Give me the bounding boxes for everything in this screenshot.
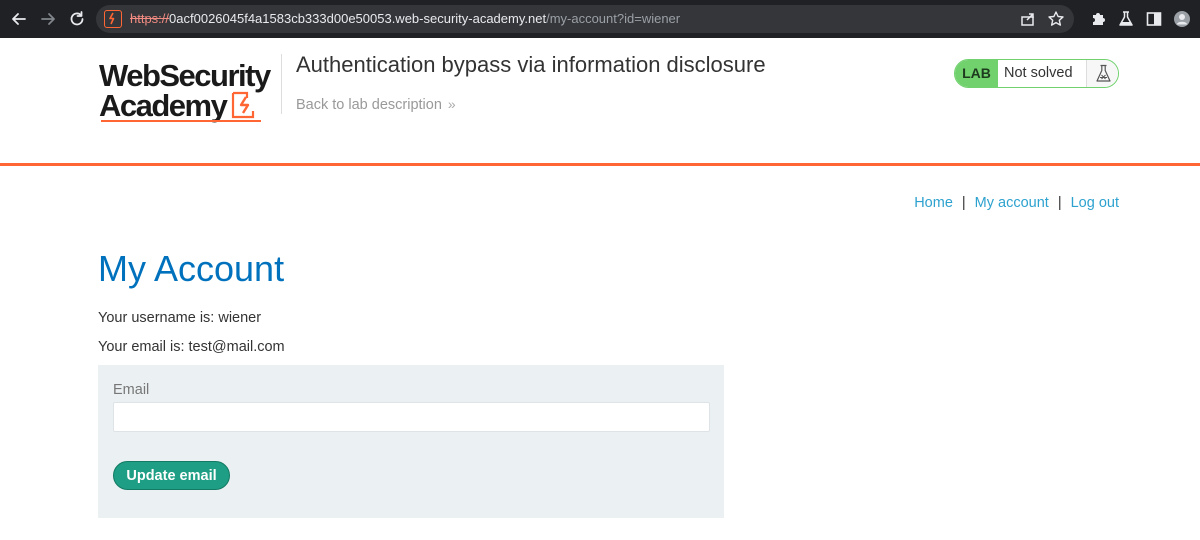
star-icon[interactable]: [1046, 9, 1066, 29]
email-info: Your email is: test@mail.com: [98, 339, 285, 355]
url-path: /my-account?id=wiener: [546, 11, 681, 26]
url-text[interactable]: https://0acf0026045f4a1583cb333d00e50053…: [130, 11, 680, 26]
change-email-form: Email Update email: [98, 365, 724, 518]
address-bar[interactable]: https://0acf0026045f4a1583cb333d00e50053…: [96, 5, 1074, 33]
sidebar-icon[interactable]: [1144, 9, 1164, 29]
email-input[interactable]: [113, 402, 710, 432]
lab-status-text: Not solved: [1004, 65, 1073, 81]
lab-header: WebSecurity Academy Authentication bypas…: [0, 38, 1200, 166]
reload-icon[interactable]: [66, 8, 88, 30]
nav-log-out-link[interactable]: Log out: [1071, 195, 1119, 211]
nav-separator: |: [961, 195, 966, 211]
flask-icon: [1096, 64, 1111, 82]
back-to-lab-description-link[interactable]: Back to lab description »: [296, 96, 456, 113]
lab-flask-button[interactable]: [1086, 60, 1118, 87]
top-navigation: Home | My account | Log out: [914, 195, 1119, 211]
url-host: 0acf0026045f4a1583cb333d00e50053.web-sec…: [169, 11, 547, 26]
lightning-bolt-icon: [231, 91, 255, 119]
email-label: Email: [113, 382, 150, 398]
nav-home-link[interactable]: Home: [914, 195, 953, 211]
page-title: My Account: [98, 248, 285, 289]
logo-underline: [101, 120, 261, 122]
back-link-label: Back to lab description: [296, 97, 442, 113]
header-divider: [281, 54, 282, 114]
share-icon[interactable]: [1018, 9, 1038, 29]
username-info: Your username is: wiener: [98, 310, 262, 326]
browser-toolbar: https://0acf0026045f4a1583cb333d00e50053…: [0, 0, 1200, 38]
extensions-icon[interactable]: [1088, 9, 1108, 29]
nav-separator: |: [1057, 195, 1062, 211]
lab-title: Authentication bypass via information di…: [296, 52, 766, 77]
nav-my-account-link[interactable]: My account: [975, 195, 1049, 211]
update-email-button[interactable]: Update email: [113, 461, 230, 490]
profile-icon[interactable]: [1172, 9, 1192, 29]
flask-icon[interactable]: [1116, 9, 1136, 29]
forward-arrow-icon[interactable]: [37, 8, 59, 30]
web-security-academy-logo[interactable]: WebSecurity Academy: [99, 58, 279, 124]
double-chevron-right-icon: »: [447, 96, 456, 112]
back-arrow-icon[interactable]: [8, 8, 30, 30]
lab-status-widget: LAB Not solved: [954, 59, 1119, 88]
site-favicon-icon[interactable]: [104, 10, 122, 28]
lab-badge: LAB: [955, 60, 998, 87]
logo-text-line2: Academy: [99, 88, 228, 123]
url-scheme: https://: [130, 11, 170, 26]
